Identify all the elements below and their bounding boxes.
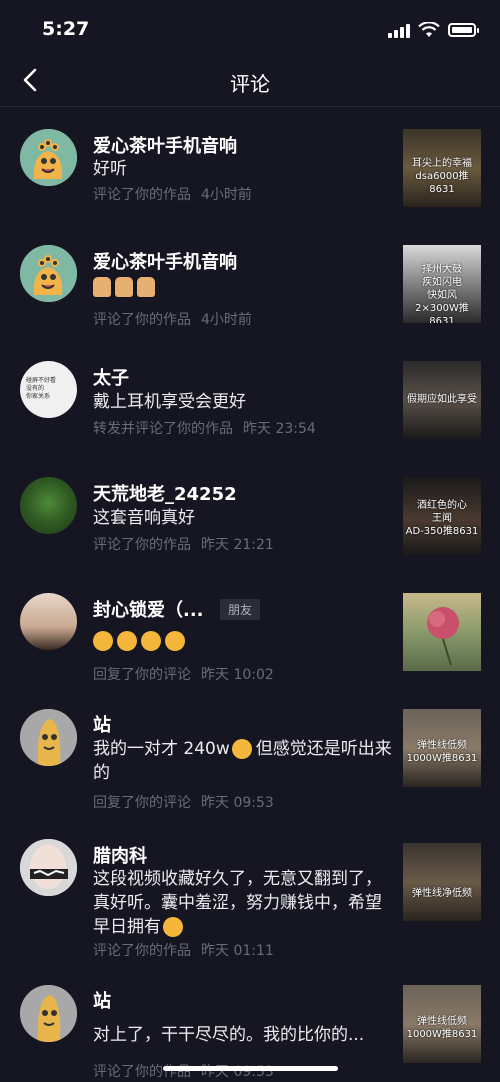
thumbs-up-icon bbox=[93, 277, 111, 297]
mascot-avatar-icon bbox=[20, 709, 77, 766]
video-thumbnail[interactable]: 酒红色的心 王闻 AD-350推8631 bbox=[403, 477, 481, 555]
time-text: 昨天 21:21 bbox=[201, 537, 274, 553]
user-name[interactable]: 站 bbox=[93, 987, 111, 1013]
video-thumbnail[interactable]: 弹性线净低频 bbox=[403, 843, 481, 921]
comment-meta: 评论了你的作品 4小时前 bbox=[93, 309, 252, 329]
thumbnail-caption: 弹性线低频 1000W推8631 bbox=[406, 740, 478, 764]
comment-meta: 评论了你的作品 昨天 01:11 bbox=[93, 940, 274, 960]
flower-image-icon bbox=[427, 607, 459, 666]
avatar[interactable] bbox=[20, 477, 77, 534]
list-item[interactable]: 腊肉科 这段视频收藏好久了，无意又翻到了，真好听。囊中羞涩，努力赚钱中，希望早日… bbox=[0, 827, 500, 975]
avatar[interactable] bbox=[20, 709, 77, 766]
user-name[interactable]: 封心锁爱（... bbox=[93, 596, 204, 622]
avatar[interactable] bbox=[20, 245, 77, 302]
laughing-emoji-icon bbox=[117, 631, 137, 651]
video-thumbnail[interactable]: 假期应如此享受 bbox=[403, 361, 481, 439]
action-text: 评论了你的作品 bbox=[93, 312, 191, 328]
user-name[interactable]: 天荒地老_24252 bbox=[93, 480, 237, 506]
comment-meta: 回复了你的评论 昨天 09:53 bbox=[93, 792, 274, 812]
avatar-text: 碰屏不好看 没有的 你家关系 bbox=[26, 377, 57, 400]
comment-emoji bbox=[93, 629, 393, 653]
avatar[interactable] bbox=[20, 593, 77, 650]
heart-eyes-emoji-icon bbox=[163, 917, 183, 937]
comment-text: 好听 bbox=[93, 159, 127, 179]
user-name[interactable]: 站 bbox=[93, 711, 111, 737]
user-name[interactable]: 爱心茶叶手机音响 bbox=[93, 132, 237, 158]
list-item[interactable]: 站 我的一对才 240w 但感觉还是听出来的 回复了你的评论 昨天 09:53 弹性… bbox=[0, 699, 500, 827]
comment-meta: 评论了你的作品 昨天 21:21 bbox=[93, 534, 274, 554]
list-item[interactable]: 天荒地老_24252 这套音响真好 评论了你的作品 昨天 21:21 酒红色的心 … bbox=[0, 455, 500, 571]
user-name[interactable]: 太子 bbox=[93, 364, 129, 390]
thumbnail-caption: 弹性线低频 1000W推8631 bbox=[406, 1016, 478, 1040]
list-item[interactable]: 碰屏不好看 没有的 你家关系 太子 戴上耳机享受会更好 转发并评论了你的作品 昨天… bbox=[0, 339, 500, 455]
mascot-avatar-icon bbox=[20, 985, 77, 1042]
laughing-emoji-icon bbox=[141, 631, 161, 651]
list-item[interactable]: 爱心茶叶手机音响 好听 评论了你的作品 4小时前 耳尖上的幸福 dsa6000推8… bbox=[0, 107, 500, 223]
page-title: 评论 bbox=[230, 72, 270, 96]
comment-text-part: 我的一对才 240w bbox=[93, 739, 230, 759]
video-thumbnail[interactable]: 耳尖上的幸福 dsa6000推8631 bbox=[403, 129, 481, 207]
thumbs-up-icon bbox=[115, 277, 133, 297]
friend-badge: 朋友 bbox=[220, 599, 261, 620]
face-avatar-icon bbox=[20, 839, 77, 896]
battery-icon bbox=[448, 23, 479, 37]
action-text: 评论了你的作品 bbox=[93, 187, 191, 203]
video-thumbnail[interactable]: 弹性线低频 1000W推8631 bbox=[403, 985, 481, 1063]
thumbnail-caption: 弹性线净低频 bbox=[412, 888, 472, 899]
thumbnail-caption: 耳尖上的幸福 dsa6000推8631 bbox=[412, 158, 472, 195]
thumbnail-caption: 择州大鼓 疾如闪电 快如风 2×300W推8631 bbox=[415, 264, 469, 323]
nav-bar: 评论 bbox=[0, 56, 500, 107]
comment-text: 对上了，干干尽尽的。我的比你的... bbox=[93, 1025, 365, 1045]
time-text: 昨天 01:11 bbox=[201, 943, 274, 959]
comment-meta: 评论了你的作品 昨天 09:53 bbox=[93, 1061, 274, 1081]
action-text: 回复了你的评论 bbox=[93, 795, 191, 811]
thumbs-up-icon bbox=[137, 277, 155, 297]
time-text: 4小时前 bbox=[201, 187, 252, 203]
comment-meta: 回复了你的评论 昨天 10:02 bbox=[93, 664, 274, 684]
status-time: 5:27 bbox=[42, 18, 90, 40]
comment-text: 戴上耳机享受会更好 bbox=[93, 392, 246, 412]
list-item[interactable]: 封心锁爱（... 朋友 回复了你的评论 昨天 10:02 bbox=[0, 571, 500, 687]
comment-text: 这段视频收藏好久了，无意又翻到了，真好听。囊中羞涩，努力赚钱中，希望早日拥有 bbox=[93, 867, 393, 939]
action-text: 回复了你的评论 bbox=[93, 667, 191, 683]
comment-emoji bbox=[93, 275, 393, 299]
time-text: 昨天 10:02 bbox=[201, 667, 274, 683]
status-bar: 5:27 bbox=[0, 0, 500, 56]
home-indicator[interactable] bbox=[163, 1066, 338, 1071]
wifi-icon bbox=[418, 22, 440, 37]
monster-avatar-icon bbox=[20, 129, 77, 186]
laughing-emoji-icon bbox=[231, 739, 252, 759]
laughing-emoji-icon bbox=[93, 631, 113, 651]
avatar[interactable] bbox=[20, 839, 77, 896]
signal-icon bbox=[388, 22, 410, 38]
video-thumbnail[interactable]: 择州大鼓 疾如闪电 快如风 2×300W推8631 bbox=[403, 245, 481, 323]
comment-meta: 评论了你的作品 4小时前 bbox=[93, 184, 252, 204]
user-name[interactable]: 爱心茶叶手机音响 bbox=[93, 248, 237, 274]
thumbnail-caption: 假期应如此享受 bbox=[407, 394, 477, 405]
action-text: 转发并评论了你的作品 bbox=[93, 421, 233, 437]
comment-text: 我的一对才 240w 但感觉还是听出来的 bbox=[93, 737, 393, 785]
action-text: 评论了你的作品 bbox=[93, 537, 191, 553]
time-text: 昨天 23:54 bbox=[243, 421, 316, 437]
time-text: 4小时前 bbox=[201, 312, 252, 328]
comment-text-part: 这段视频收藏好久了，无意又翻到了，真好听。囊中羞涩，努力赚钱中，希望早日拥有 bbox=[93, 869, 382, 937]
comment-text: 这套音响真好 bbox=[93, 508, 195, 528]
avatar[interactable] bbox=[20, 985, 77, 1042]
list-item[interactable]: 爱心茶叶手机音响 评论了你的作品 4小时前 择州大鼓 疾如闪电 快如风 2×300… bbox=[0, 223, 500, 339]
comment-meta: 转发并评论了你的作品 昨天 23:54 bbox=[93, 418, 316, 438]
video-thumbnail[interactable] bbox=[403, 593, 481, 671]
thumbnail-caption: 酒红色的心 王闻 AD-350推8631 bbox=[405, 500, 479, 537]
laughing-emoji-icon bbox=[165, 631, 185, 651]
monster-avatar-icon bbox=[20, 245, 77, 302]
avatar[interactable] bbox=[20, 129, 77, 186]
user-name[interactable]: 腊肉科 bbox=[93, 842, 147, 868]
action-text: 评论了你的作品 bbox=[93, 943, 191, 959]
video-thumbnail[interactable]: 弹性线低频 1000W推8631 bbox=[403, 709, 481, 787]
avatar[interactable]: 碰屏不好看 没有的 你家关系 bbox=[20, 361, 77, 418]
status-icons bbox=[388, 20, 479, 40]
time-text: 昨天 09:53 bbox=[201, 795, 274, 811]
